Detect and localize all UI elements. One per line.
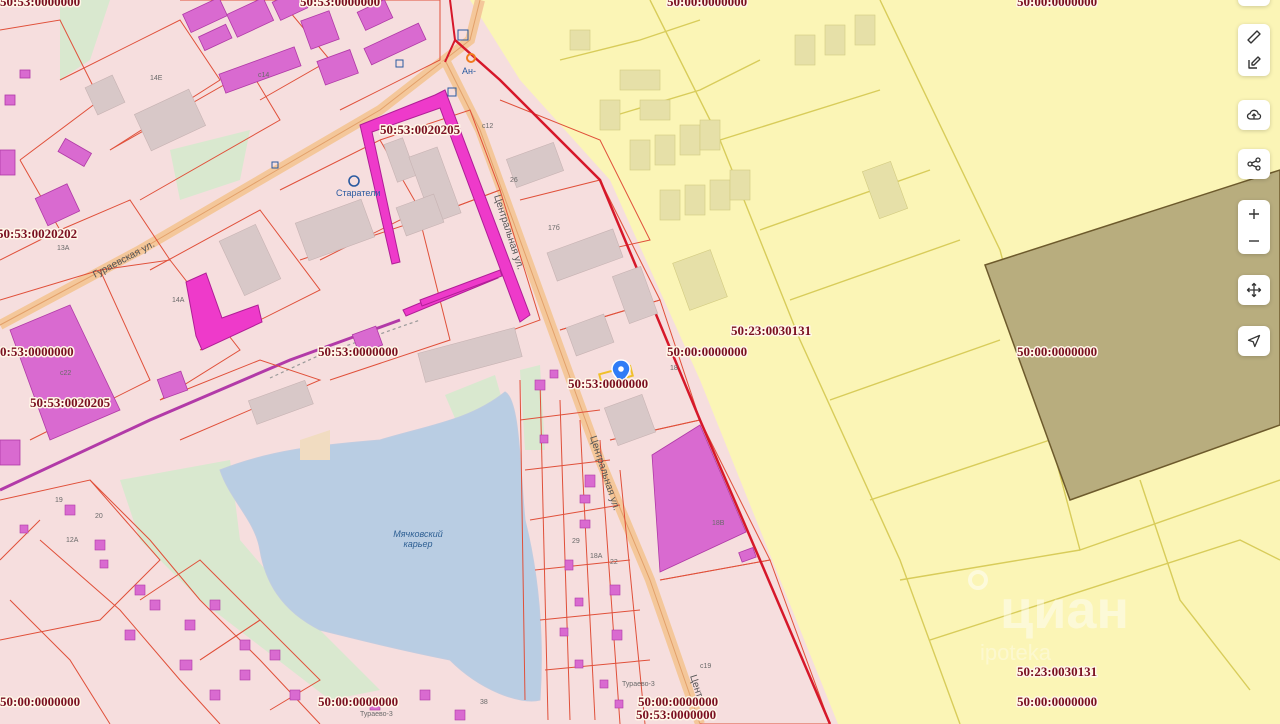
- svg-text:14А: 14А: [172, 297, 185, 304]
- svg-text:с22: с22: [60, 370, 71, 377]
- upload-button[interactable]: [1238, 100, 1270, 130]
- ruler-icon: [1247, 30, 1261, 44]
- svg-text:50:00:0000000: 50:00:0000000: [0, 694, 80, 709]
- svg-text:50:53:0000000: 50:53:0000000: [636, 707, 716, 722]
- navigation-arrow-icon: [1247, 334, 1261, 348]
- water-label-2: карьер: [403, 539, 432, 549]
- svg-text:Тураево-3: Тураево-3: [360, 711, 393, 718]
- svg-text:14Е: 14Е: [150, 75, 163, 82]
- svg-text:50:53:0000000: 50:53:0000000: [318, 344, 398, 359]
- ruler-button[interactable]: [1238, 24, 1270, 50]
- svg-text:29: 29: [572, 538, 580, 545]
- svg-text:19: 19: [55, 497, 63, 504]
- svg-text:50:53:0000000: 50:53:0000000: [300, 0, 380, 9]
- svg-text:50:00:0000000: 50:00:0000000: [667, 344, 747, 359]
- share-tool-group: [1238, 149, 1270, 179]
- svg-text:17б: 17б: [548, 224, 560, 232]
- svg-text:0:53:0000000: 0:53:0000000: [0, 344, 74, 359]
- svg-text:Тураево-3: Тураево-3: [622, 681, 655, 688]
- svg-text:50:00:0000000: 50:00:0000000: [667, 0, 747, 9]
- svg-text:50:53:0020205: 50:53:0020205: [380, 122, 461, 137]
- zoom-tool-group: [1238, 200, 1270, 254]
- svg-text:50:53:0000000: 50:53:0000000: [0, 0, 80, 9]
- edit-icon: [1248, 56, 1261, 69]
- top-tool-group: [1238, 0, 1270, 6]
- edit-tool-group: [1238, 24, 1270, 76]
- svg-text:с19: с19: [700, 663, 711, 670]
- move-button[interactable]: [1238, 275, 1270, 305]
- move-icon: [1246, 282, 1262, 298]
- svg-text:с14: с14: [258, 72, 269, 79]
- poi-label-an: Ан-: [462, 66, 476, 76]
- svg-text:циан: циан: [1000, 580, 1129, 640]
- share-button[interactable]: [1238, 149, 1270, 179]
- locate-button[interactable]: [1238, 326, 1270, 356]
- svg-text:50:23:0030131: 50:23:0030131: [1017, 664, 1097, 679]
- svg-text:20: 20: [95, 513, 103, 520]
- svg-text:50:00:0000000: 50:00:0000000: [1017, 344, 1097, 359]
- poi-label-starateli: Старатели: [336, 188, 380, 198]
- upload-tool-group: [1238, 100, 1270, 130]
- zoom-in-button[interactable]: [1238, 200, 1270, 227]
- svg-text:50:53:0020205: 50:53:0020205: [30, 395, 111, 410]
- svg-text:с12: с12: [482, 123, 493, 130]
- svg-text:26: 26: [510, 177, 518, 184]
- water-label: Мячковский: [393, 529, 442, 539]
- svg-text:50:00:0000000: 50:00:0000000: [318, 694, 398, 709]
- edit-button[interactable]: [1238, 50, 1270, 76]
- svg-text:ipoteka: ipoteka: [980, 640, 1052, 665]
- share-icon: [1247, 157, 1261, 171]
- svg-text:50:23:0030131: 50:23:0030131: [731, 323, 811, 338]
- svg-text:12А: 12А: [66, 537, 79, 544]
- svg-text:13А: 13А: [57, 245, 70, 252]
- svg-text:18В: 18В: [712, 520, 725, 527]
- cadastral-map[interactable]: Гураевская ул. Центральная ул. Центральн…: [0, 0, 1280, 724]
- svg-text:18: 18: [670, 365, 678, 372]
- svg-text:22: 22: [610, 559, 618, 566]
- cloud-upload-icon: [1246, 109, 1262, 120]
- svg-text:38: 38: [480, 699, 488, 706]
- move-tool-group: [1238, 275, 1270, 305]
- svg-text:50:00:0000000: 50:00:0000000: [1017, 0, 1097, 9]
- svg-text:18А: 18А: [590, 553, 603, 560]
- zoom-out-button[interactable]: [1238, 227, 1270, 254]
- plus-icon: [1249, 208, 1259, 219]
- svg-text:50:53:0020202: 50:53:0020202: [0, 226, 77, 241]
- svg-text:50:00:0000000: 50:00:0000000: [1017, 694, 1097, 709]
- minus-icon: [1249, 239, 1259, 242]
- svg-text:50:53:0000000: 50:53:0000000: [568, 376, 648, 391]
- locate-tool-group: [1238, 326, 1270, 356]
